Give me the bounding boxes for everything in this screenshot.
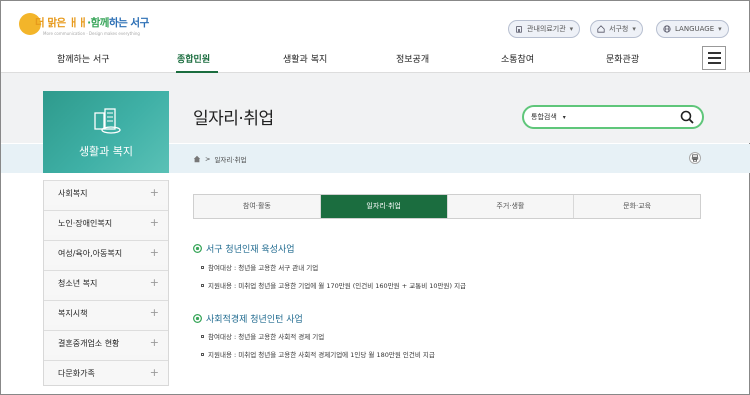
plus-icon: + (149, 186, 159, 199)
plus-icon: + (149, 336, 159, 349)
sidebar-item-multicultural[interactable]: 다문화가족 + (44, 360, 168, 385)
recycle-bullet-icon (193, 314, 202, 323)
plus-icon: + (149, 276, 159, 289)
site-logo[interactable]: 더 맑은 ㅐㅐ·함께하는 서구 More communication · Des… (19, 11, 159, 39)
tab-jobs[interactable]: 일자리·취업 (319, 195, 447, 218)
nav-item-info-disclosure[interactable]: 정보공개 (396, 52, 429, 65)
square-bullet-icon (201, 334, 204, 338)
recycle-bullet-icon (193, 244, 202, 253)
list-item: 참여대상 : 청년을 고용한 사회적 경제 기업 (201, 331, 324, 341)
tab-culture-education[interactable]: 문화·교육 (573, 195, 700, 218)
plus-icon: + (149, 306, 159, 319)
hamburger-menu-button[interactable] (702, 46, 726, 70)
home-icon[interactable] (193, 155, 201, 163)
nav-item-life-welfare[interactable]: 생활과 복지 (283, 52, 327, 65)
search-box[interactable]: 통합검색 ▾ (522, 105, 704, 129)
sidebar: 생활과 복지 사회복지 + 노인·장애인복지 + 여성/육아,아동복지 + 청소년 복… (43, 91, 169, 386)
tab-housing-living[interactable]: 주거·생활 (446, 195, 574, 218)
menu-bar (707, 62, 721, 64)
logo-subtitle: More communication · Design makes everyt… (43, 31, 140, 36)
sidebar-item-senior-disability[interactable]: 노인·장애인복지 + (44, 210, 168, 235)
page-title: 일자리·취업 (193, 109, 274, 129)
building-icon (516, 26, 522, 33)
sidebar-title: 생활과 복지 (78, 145, 134, 158)
category-tabs: 참여·활동 일자리·취업 주거·생활 문화·교육 (193, 194, 701, 219)
nav-item-participation[interactable]: 소통참여 (501, 52, 534, 65)
language-button[interactable]: LANGUAGE ▾ (656, 20, 729, 38)
breadcrumb-separator: > (205, 155, 211, 163)
search-scope-select[interactable]: 통합검색 ▾ (531, 112, 566, 122)
header: 더 맑은 ㅐㅐ·함께하는 서구 More communication · Des… (1, 1, 750, 43)
list-item: 지원내용 : 미취업 청년을 고용한 기업에 월 170만원 (인건비 160만… (201, 280, 466, 290)
print-icon (691, 154, 699, 162)
section-title: 서구 청년인재 육성사업 (193, 242, 295, 255)
sidebar-item-marriage-agency[interactable]: 결혼중개업소 현황 + (44, 330, 168, 355)
list-item: 지원내용 : 미취업 청년을 고용한 사회적 경제기업에 1인당 월 180만원… (201, 349, 435, 359)
sidebar-item-youth[interactable]: 청소년 복지 + (44, 270, 168, 295)
breadcrumb-current[interactable]: 일자리·취업 (214, 154, 246, 164)
square-bullet-icon (201, 283, 204, 287)
medical-institutions-button[interactable]: 관내의료기관 ▾ (508, 20, 581, 38)
nav-item-civil-service[interactable]: 종합민원 (177, 52, 210, 65)
plus-icon: + (149, 246, 159, 259)
main-nav: 함께하는 서구 종합민원 생활과 복지 정보공개 소통참여 문화관광 (1, 43, 750, 73)
buildings-icon (94, 108, 121, 134)
plus-icon: + (149, 216, 159, 229)
chevron-down-icon: ▾ (632, 25, 636, 33)
print-button[interactable] (689, 152, 701, 164)
logo-text: 더 맑은 ㅐㅐ·함께하는 서구 (35, 17, 149, 29)
sidebar-item-welfare-policy[interactable]: 복지시책 + (44, 300, 168, 325)
list-item: 참여대상 : 청년을 고용한 서구 관내 기업 (201, 262, 318, 272)
sidebar-item-women-child[interactable]: 여성/육아,아동복지 + (44, 240, 168, 265)
district-office-button[interactable]: 서구청 ▾ (590, 20, 643, 38)
tab-participation[interactable]: 참여·활동 (194, 195, 320, 218)
sidebar-header: 생활과 복지 (43, 91, 169, 173)
globe-icon (663, 25, 671, 33)
square-bullet-icon (201, 265, 204, 269)
sidebar-menu: 사회복지 + 노인·장애인복지 + 여성/육아,아동복지 + 청소년 복지 + 복지시책… (43, 180, 169, 386)
menu-bar (707, 52, 721, 54)
breadcrumb: > 일자리·취업 (193, 154, 246, 164)
sidebar-item-social-welfare[interactable]: 사회복지 + (44, 180, 168, 205)
home-icon (597, 25, 605, 33)
section-title: 사회적경제 청년인턴 사업 (193, 312, 303, 325)
search-icon[interactable] (680, 110, 694, 124)
chevron-down-icon: ▾ (718, 25, 722, 33)
nav-item-culture-tourism[interactable]: 문화관광 (606, 52, 639, 65)
chevron-down-icon: ▾ (569, 25, 574, 33)
nav-item-together[interactable]: 함께하는 서구 (57, 52, 110, 65)
plus-icon: + (149, 366, 159, 379)
square-bullet-icon (201, 352, 204, 356)
chevron-down-icon: ▾ (562, 114, 566, 121)
menu-bar (707, 57, 721, 59)
